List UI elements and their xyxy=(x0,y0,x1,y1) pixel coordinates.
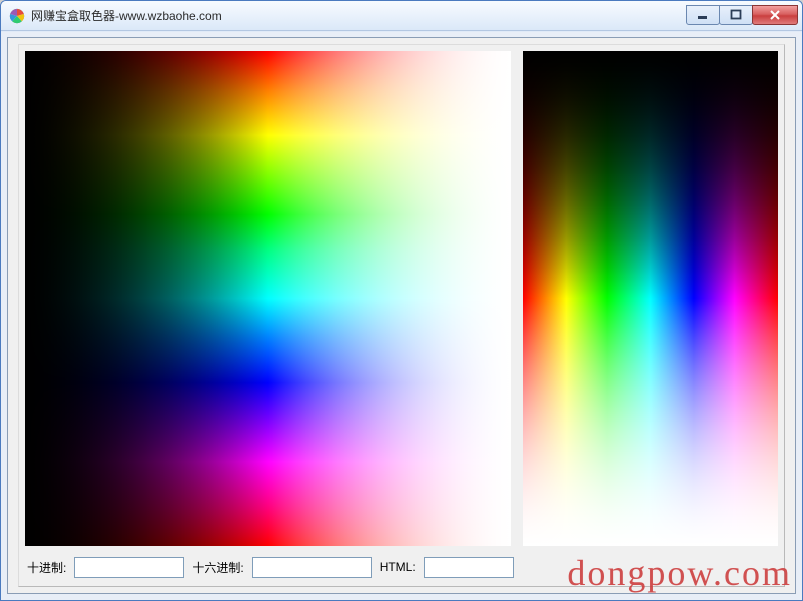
client-area: 十进制: 十六进制: HTML: xyxy=(7,37,796,594)
decimal-label: 十进制: xyxy=(27,559,66,576)
titlebar[interactable]: 网赚宝盒取色器-www.wzbaohe.com xyxy=(1,1,802,31)
html-label: HTML: xyxy=(380,560,416,574)
decimal-input[interactable] xyxy=(74,557,184,578)
minimize-button[interactable] xyxy=(686,5,720,25)
hex-input[interactable] xyxy=(252,557,372,578)
color-panels xyxy=(25,51,778,546)
hex-label: 十六进制: xyxy=(192,559,243,576)
content-frame: 十进制: 十六进制: HTML: xyxy=(18,44,785,587)
output-row: 十进制: 十六进制: HTML: xyxy=(25,552,778,582)
color-picker-hue[interactable] xyxy=(523,51,778,546)
app-icon xyxy=(9,8,25,24)
color-picker-main[interactable] xyxy=(25,51,511,546)
maximize-icon xyxy=(730,9,742,21)
maximize-button[interactable] xyxy=(719,5,753,25)
window-controls xyxy=(687,6,798,25)
html-input[interactable] xyxy=(424,557,514,578)
window-title: 网赚宝盒取色器-www.wzbaohe.com xyxy=(31,7,222,24)
minimize-icon xyxy=(697,9,709,21)
close-icon xyxy=(769,9,781,21)
close-button[interactable] xyxy=(752,5,798,25)
app-window: 网赚宝盒取色器-www.wzbaohe.com 十进制: xyxy=(0,0,803,601)
